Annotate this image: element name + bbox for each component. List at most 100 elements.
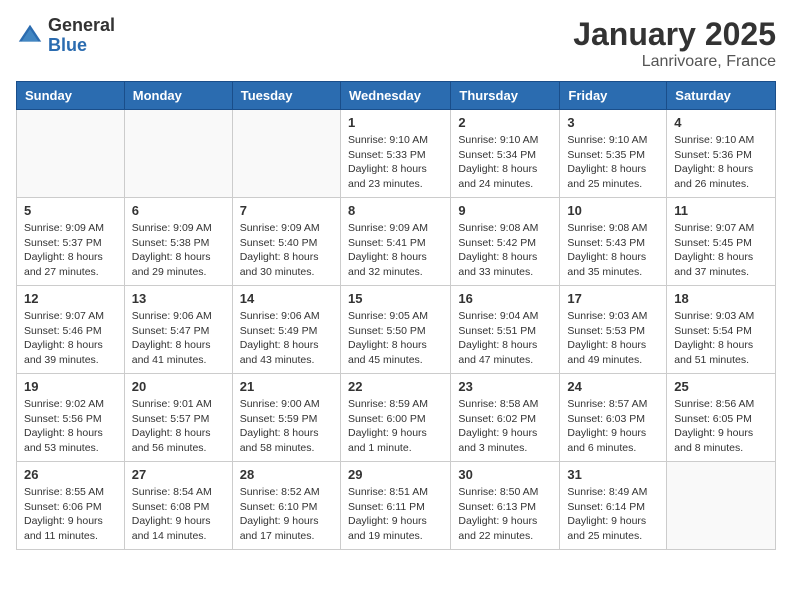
cell-4-2: 20 Sunrise: 9:01 AMSunset: 5:57 PMDayligh…	[124, 374, 232, 462]
cell-5-7	[667, 462, 776, 550]
cell-content: Sunrise: 9:00 AMSunset: 5:59 PMDaylight:…	[240, 397, 333, 456]
cell-5-1: 26 Sunrise: 8:55 AMSunset: 6:06 PMDayligh…	[17, 462, 125, 550]
day-number: 19	[24, 379, 117, 394]
cell-content: Sunrise: 8:57 AMSunset: 6:03 PMDaylight:…	[567, 397, 659, 456]
location-title: Lanrivoare, France	[573, 53, 776, 71]
day-number: 11	[674, 203, 768, 218]
header-tuesday: Tuesday	[232, 82, 340, 110]
cell-content: Sunrise: 8:55 AMSunset: 6:06 PMDaylight:…	[24, 485, 117, 544]
cell-content: Sunrise: 9:10 AMSunset: 5:36 PMDaylight:…	[674, 133, 768, 192]
cell-content: Sunrise: 9:05 AMSunset: 5:50 PMDaylight:…	[348, 309, 443, 368]
cell-4-5: 23 Sunrise: 8:58 AMSunset: 6:02 PMDayligh…	[451, 374, 560, 462]
cell-1-5: 2Sunrise: 9:10 AMSunset: 5:34 PMDaylight…	[451, 110, 560, 198]
cell-5-2: 27 Sunrise: 8:54 AMSunset: 6:08 PMDayligh…	[124, 462, 232, 550]
logo-text: General Blue	[48, 16, 115, 56]
day-number: 16	[458, 291, 552, 306]
cell-content: Sunrise: 8:56 AMSunset: 6:05 PMDaylight:…	[674, 397, 768, 456]
day-number: 27	[132, 467, 225, 482]
cell-content: Sunrise: 8:54 AMSunset: 6:08 PMDaylight:…	[132, 485, 225, 544]
day-number: 25	[674, 379, 768, 394]
cell-content: Sunrise: 8:52 AMSunset: 6:10 PMDaylight:…	[240, 485, 333, 544]
header-thursday: Thursday	[451, 82, 560, 110]
day-number: 10	[567, 203, 659, 218]
header-sunday: Sunday	[17, 82, 125, 110]
cell-content: Sunrise: 9:04 AMSunset: 5:51 PMDaylight:…	[458, 309, 552, 368]
cell-4-4: 22Sunrise: 8:59 AMSunset: 6:00 PMDayligh…	[340, 374, 450, 462]
cell-3-6: 17Sunrise: 9:03 AMSunset: 5:53 PMDayligh…	[560, 286, 667, 374]
cell-content: Sunrise: 9:08 AMSunset: 5:42 PMDaylight:…	[458, 221, 552, 280]
cell-3-7: 18 Sunrise: 9:03 AMSunset: 5:54 PMDayligh…	[667, 286, 776, 374]
cell-content: Sunrise: 9:10 AMSunset: 5:35 PMDaylight:…	[567, 133, 659, 192]
cell-3-4: 15 Sunrise: 9:05 AMSunset: 5:50 PMDayligh…	[340, 286, 450, 374]
cell-5-4: 29 Sunrise: 8:51 AMSunset: 6:11 PMDayligh…	[340, 462, 450, 550]
day-number: 29	[348, 467, 443, 482]
day-number: 8	[348, 203, 443, 218]
month-title: January 2025	[573, 16, 776, 53]
day-number: 20	[132, 379, 225, 394]
day-number: 13	[132, 291, 225, 306]
week-row-4: 19Sunrise: 9:02 AMSunset: 5:56 PMDayligh…	[17, 374, 776, 462]
cell-2-3: 7Sunrise: 9:09 AMSunset: 5:40 PMDaylight…	[232, 198, 340, 286]
day-number: 18	[674, 291, 768, 306]
day-number: 14	[240, 291, 333, 306]
cell-2-7: 11Sunrise: 9:07 AMSunset: 5:45 PMDayligh…	[667, 198, 776, 286]
cell-content: Sunrise: 9:10 AMSunset: 5:34 PMDaylight:…	[458, 133, 552, 192]
cell-3-5: 16 Sunrise: 9:04 AMSunset: 5:51 PMDayligh…	[451, 286, 560, 374]
cell-content: Sunrise: 9:09 AMSunset: 5:40 PMDaylight:…	[240, 221, 333, 280]
day-number: 1	[348, 115, 443, 130]
cell-4-6: 24Sunrise: 8:57 AMSunset: 6:03 PMDayligh…	[560, 374, 667, 462]
cell-4-1: 19Sunrise: 9:02 AMSunset: 5:56 PMDayligh…	[17, 374, 125, 462]
cell-4-3: 21Sunrise: 9:00 AMSunset: 5:59 PMDayligh…	[232, 374, 340, 462]
day-number: 23	[458, 379, 552, 394]
cell-1-3	[232, 110, 340, 198]
cell-3-2: 13 Sunrise: 9:06 AMSunset: 5:47 PMDayligh…	[124, 286, 232, 374]
day-number: 3	[567, 115, 659, 130]
cell-content: Sunrise: 9:09 AMSunset: 5:38 PMDaylight:…	[132, 221, 225, 280]
cell-content: Sunrise: 9:10 AMSunset: 5:33 PMDaylight:…	[348, 133, 443, 192]
day-number: 31	[567, 467, 659, 482]
week-row-2: 5 Sunrise: 9:09 AMSunset: 5:37 PMDaylight…	[17, 198, 776, 286]
header-saturday: Saturday	[667, 82, 776, 110]
cell-5-3: 28 Sunrise: 8:52 AMSunset: 6:10 PMDayligh…	[232, 462, 340, 550]
cell-1-4: 1 Sunrise: 9:10 AMSunset: 5:33 PMDaylight…	[340, 110, 450, 198]
cell-4-7: 25 Sunrise: 8:56 AMSunset: 6:05 PMDayligh…	[667, 374, 776, 462]
cell-1-6: 3 Sunrise: 9:10 AMSunset: 5:35 PMDaylight…	[560, 110, 667, 198]
cell-content: Sunrise: 9:06 AMSunset: 5:47 PMDaylight:…	[132, 309, 225, 368]
calendar-header-row: Sunday Monday Tuesday Wednesday Thursday…	[17, 82, 776, 110]
day-number: 26	[24, 467, 117, 482]
header-monday: Monday	[124, 82, 232, 110]
day-number: 28	[240, 467, 333, 482]
week-row-3: 12Sunrise: 9:07 AMSunset: 5:46 PMDayligh…	[17, 286, 776, 374]
cell-content: Sunrise: 8:50 AMSunset: 6:13 PMDaylight:…	[458, 485, 552, 544]
cell-content: Sunrise: 9:03 AMSunset: 5:54 PMDaylight:…	[674, 309, 768, 368]
cell-2-5: 9 Sunrise: 9:08 AMSunset: 5:42 PMDaylight…	[451, 198, 560, 286]
header-wednesday: Wednesday	[340, 82, 450, 110]
day-number: 4	[674, 115, 768, 130]
cell-content: Sunrise: 9:06 AMSunset: 5:49 PMDaylight:…	[240, 309, 333, 368]
cell-2-6: 10Sunrise: 9:08 AMSunset: 5:43 PMDayligh…	[560, 198, 667, 286]
day-number: 9	[458, 203, 552, 218]
day-number: 15	[348, 291, 443, 306]
logo: General Blue	[16, 16, 115, 56]
cell-content: Sunrise: 9:01 AMSunset: 5:57 PMDaylight:…	[132, 397, 225, 456]
cell-1-1	[17, 110, 125, 198]
cell-1-7: 4 Sunrise: 9:10 AMSunset: 5:36 PMDaylight…	[667, 110, 776, 198]
cell-content: Sunrise: 8:59 AMSunset: 6:00 PMDaylight:…	[348, 397, 443, 456]
logo-icon	[16, 22, 44, 50]
cell-content: Sunrise: 8:49 AMSunset: 6:14 PMDaylight:…	[567, 485, 659, 544]
cell-content: Sunrise: 8:51 AMSunset: 6:11 PMDaylight:…	[348, 485, 443, 544]
cell-content: Sunrise: 8:58 AMSunset: 6:02 PMDaylight:…	[458, 397, 552, 456]
cell-content: Sunrise: 9:09 AMSunset: 5:41 PMDaylight:…	[348, 221, 443, 280]
logo-general: General	[48, 16, 115, 36]
title-block: January 2025 Lanrivoare, France	[573, 16, 776, 71]
cell-2-2: 6Sunrise: 9:09 AMSunset: 5:38 PMDaylight…	[124, 198, 232, 286]
header-friday: Friday	[560, 82, 667, 110]
calendar-table: Sunday Monday Tuesday Wednesday Thursday…	[16, 81, 776, 550]
cell-5-5: 30Sunrise: 8:50 AMSunset: 6:13 PMDayligh…	[451, 462, 560, 550]
cell-content: Sunrise: 9:09 AMSunset: 5:37 PMDaylight:…	[24, 221, 117, 280]
cell-2-1: 5 Sunrise: 9:09 AMSunset: 5:37 PMDaylight…	[17, 198, 125, 286]
week-row-1: 1 Sunrise: 9:10 AMSunset: 5:33 PMDaylight…	[17, 110, 776, 198]
cell-3-3: 14 Sunrise: 9:06 AMSunset: 5:49 PMDayligh…	[232, 286, 340, 374]
page-header: General Blue January 2025 Lanrivoare, Fr…	[16, 16, 776, 71]
day-number: 5	[24, 203, 117, 218]
